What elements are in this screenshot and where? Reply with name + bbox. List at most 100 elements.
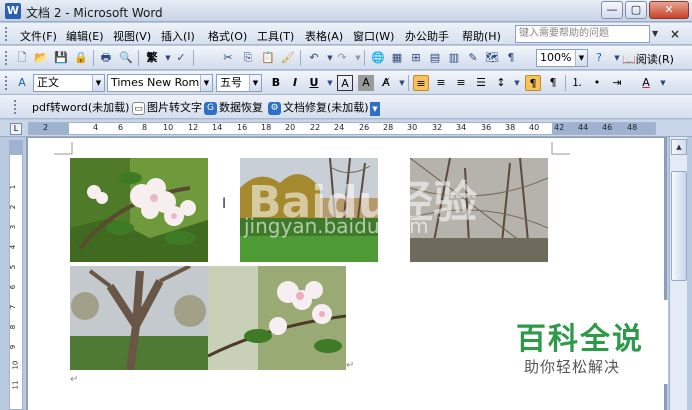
doc-repair-button[interactable]: ⚙ 文档修复(未加载) [268,99,369,115]
insert-excel-icon[interactable]: ▤ [427,50,443,66]
help-dropdown-icon[interactable]: ▼ [652,29,658,38]
menu-help[interactable]: 帮助(H) [462,28,501,44]
save-icon[interactable]: 💾 [53,50,69,66]
restore-button[interactable]: ▢ [625,1,647,19]
photo-blossom-1[interactable] [70,158,208,262]
redo-icon[interactable]: ↷ [334,50,350,66]
help-icon[interactable]: ? [591,50,607,66]
copy-icon[interactable]: ⎘ [240,50,256,66]
line-spacing-icon[interactable]: ↕ [493,75,509,91]
undo-icon[interactable]: ↶ [306,50,322,66]
menu-table[interactable]: 表格(A) [305,28,343,44]
char-shading-button[interactable]: A [358,75,374,91]
image-to-text-button[interactable]: ▭ 图片转文字 [132,99,202,115]
columns-icon[interactable]: ▥ [446,50,462,66]
style-select[interactable]: 正文 ▼ [33,74,105,92]
data-recovery-button[interactable]: G 数据恢复 [204,99,263,115]
watermark-title: 百科全说 [516,322,644,357]
tab-selector[interactable]: L [10,123,22,135]
ltr-text-button[interactable]: ¶ [525,75,541,91]
document-map-icon[interactable]: 🗺 [484,50,500,66]
show-hide-icon[interactable]: ¶ [503,50,519,66]
read-button[interactable]: 📖阅读(R) [622,51,674,67]
italic-button[interactable]: I [287,75,303,91]
close-button[interactable]: ✕ [649,1,689,19]
font-color-button[interactable]: A [638,75,654,91]
menu-tools[interactable]: 工具(T) [257,28,294,44]
addin-toolbar-options-icon[interactable]: ▼ [370,102,380,116]
bold-button[interactable]: B [268,75,284,91]
align-center-button[interactable]: ≡ [433,75,449,91]
align-justify-button[interactable]: ≡ [413,75,429,91]
minimize-button[interactable]: — [601,1,623,19]
menu-window[interactable]: 窗口(W) [353,28,394,44]
new-document-icon[interactable]: 🗋 [14,50,30,66]
jingyan-url-watermark: jingyan.baidu.com [244,214,429,238]
image-to-text-icon: ▭ [132,101,145,115]
vertical-ruler[interactable]: 1 2 3 4 5 6 7 8 9 10 11 [9,140,23,410]
formatting-toolbar: A 正文 ▼ Times New Roman ▼ 五号 ▼ B I U ▼ A … [0,71,692,95]
zoom-value: 100% [540,51,572,64]
zoom-select[interactable]: 100% ▼ [536,49,588,67]
char-border-button[interactable]: A [337,75,353,91]
menu-edit[interactable]: 编辑(E) [66,28,104,44]
font-dropdown-icon[interactable]: ▼ [200,75,212,91]
font-color-dropdown-icon[interactable]: ▼ [655,75,671,91]
watermark-subtitle: 助你轻松解决 [524,358,621,376]
font-size-select[interactable]: 五号 ▼ [216,74,262,92]
scroll-up-icon[interactable]: ▲ [671,139,687,155]
menu-office-assistant[interactable]: 办公助手 [405,28,449,44]
styles-formatting-icon[interactable]: A [14,75,30,91]
horizontal-ruler-area: L 2 4 6 8 10 12 14 16 18 20 22 24 26 28 … [0,120,692,137]
print-icon[interactable]: 🖶 [98,50,114,66]
open-folder-icon[interactable]: 📂 [33,50,49,66]
horizontal-ruler[interactable]: 2 4 6 8 10 12 14 16 18 20 22 24 26 28 30… [28,122,656,135]
drawing-icon[interactable]: ✎ [465,50,481,66]
toolbar-grip[interactable] [14,100,17,114]
menu-insert[interactable]: 插入(I) [161,28,195,44]
photo-blossom-2[interactable] [208,266,346,370]
toolbar-grip[interactable] [5,76,8,90]
char-scale-icon[interactable]: A̸ [378,75,394,91]
style-dropdown-icon[interactable]: ▼ [92,75,104,91]
hyperlink-icon[interactable]: 🌐 [370,50,386,66]
align-right-button[interactable]: ≡ [453,75,469,91]
font-size-dropdown-icon[interactable]: ▼ [249,75,261,91]
document-close-icon[interactable]: × [670,27,680,41]
baike-watermark: 百科全说 助你轻松解决 [502,300,668,384]
bullets-icon[interactable]: • [589,75,605,91]
spelling-icon[interactable]: ✓ [173,50,189,66]
paragraph-mark: ↵ [70,374,79,385]
tables-borders-icon[interactable]: ▦ [389,50,405,66]
standard-toolbar: 🗋 📂 💾 🔒 🖶 🔍 繁 ▼ ✓ ✂ ⎘ 📋 🖌 ↶ ▼ ↷ ▼ 🌐 ▦ ⊞ … [0,46,692,70]
pdf-to-word-button[interactable]: pdf转word(未加载) [32,99,129,115]
underline-dropdown-icon[interactable]: ▼ [322,75,338,91]
menu-view[interactable]: 视图(V) [113,28,151,44]
insert-table-icon[interactable]: ⊞ [408,50,424,66]
permission-icon[interactable]: 🔒 [73,50,89,66]
numbering-icon[interactable]: ⒈ [569,75,585,91]
menu-file[interactable]: 文件(F) [20,28,57,44]
zoom-dropdown-icon[interactable]: ▼ [575,50,587,66]
traditional-chinese-icon[interactable]: 繁 [144,50,160,66]
vertical-scrollbar[interactable]: ▲ [669,137,687,410]
scroll-thumb[interactable] [671,171,687,281]
photo-tree-trunk[interactable] [70,266,208,370]
indent-icon[interactable]: ⇥ [609,75,625,91]
font-value: Times New Roman [111,76,213,89]
distributed-align-button[interactable]: ☰ [473,75,489,91]
image-to-text-label: 图片转文字 [147,101,202,114]
menu-format[interactable]: 格式(O) [208,28,247,44]
format-painter-icon[interactable]: 🖌 [280,50,296,66]
line-spacing-dropdown-icon[interactable]: ▼ [509,75,525,91]
read-label: 阅读(R) [635,53,674,66]
print-preview-icon[interactable]: 🔍 [118,50,134,66]
rtl-text-button[interactable]: ¶ [545,75,561,91]
paste-icon[interactable]: 📋 [260,50,276,66]
font-select[interactable]: Times New Roman ▼ [107,74,213,92]
underline-button[interactable]: U [306,75,322,91]
menu-grip[interactable] [5,27,8,41]
help-search-input[interactable]: 键入需要帮助的问题 [515,25,650,43]
toolbar-grip[interactable] [5,51,8,65]
cut-icon[interactable]: ✂ [220,50,236,66]
